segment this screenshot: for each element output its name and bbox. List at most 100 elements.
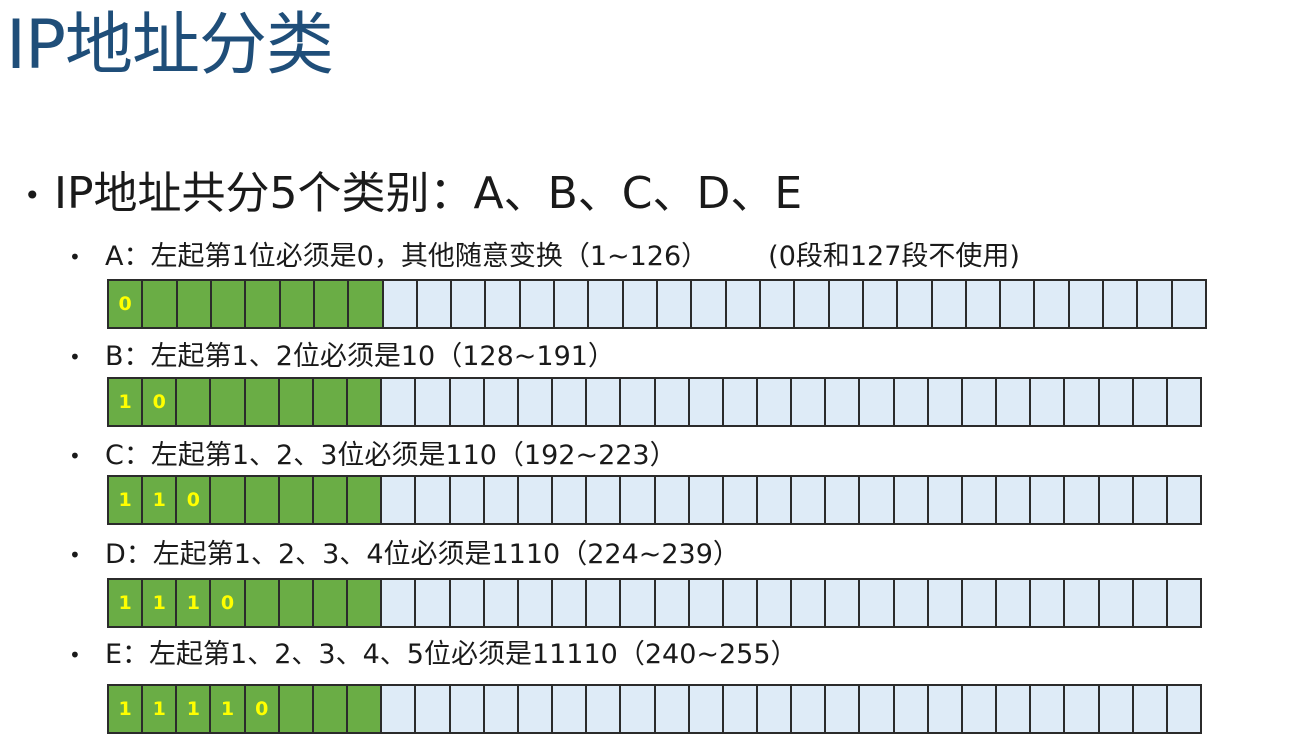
- class-b-bit-10: [416, 379, 451, 425]
- class-a-bit-13: [520, 281, 556, 327]
- class-d-bit-2: 1: [143, 580, 178, 626]
- class-e-bit-14: [553, 686, 588, 732]
- class-d-text: D：左起第1、2、3、4位必须是1110（224~239）: [105, 539, 740, 570]
- class-c-bit-32: [1167, 477, 1200, 523]
- class-a-bit-8: [349, 281, 384, 327]
- class-e-text: E：左起第1、2、3、4、5位必须是11110（240~255）: [105, 639, 798, 670]
- class-c-bit-27: [997, 477, 1032, 523]
- class-e-bit-21: [792, 686, 827, 732]
- class-a-bit-16: [623, 281, 658, 327]
- class-c-bit-bar: 110: [107, 475, 1202, 525]
- class-a-bit-4: [211, 281, 247, 327]
- class-d-bit-29: [1065, 580, 1100, 626]
- class-a-bit-24: [898, 281, 933, 327]
- class-c-bit-25: [928, 477, 963, 523]
- class-c-bit-18: [689, 477, 724, 523]
- class-a-bit-11: [452, 281, 487, 327]
- bullet-dot-icon: •: [69, 345, 81, 369]
- class-a-bit-1: 0: [109, 281, 144, 327]
- class-a-bit-21: [795, 281, 830, 327]
- class-e-bit-6: [279, 686, 314, 732]
- class-a-bit-19: [726, 281, 761, 327]
- class-c-text: C：左起第1、2、3位必须是110（192~223）: [105, 440, 677, 471]
- class-a-bit-7: [314, 281, 350, 327]
- main-bullet-text: IP地址共分5个类别：A、B、C、D、E: [54, 168, 803, 219]
- class-b-bit-7: [313, 379, 349, 425]
- bullet-dot-icon: •: [69, 543, 81, 567]
- class-b-bit-3: [177, 379, 212, 425]
- class-c-bit-19: [723, 477, 758, 523]
- class-e-bit-28: [1031, 686, 1066, 732]
- class-d-bit-15: [587, 580, 622, 626]
- class-a-bit-14: [555, 281, 590, 327]
- class-c-bit-22: [826, 477, 861, 523]
- class-a-bit-22: [829, 281, 864, 327]
- class-a-bit-27: [1001, 281, 1036, 327]
- class-a-label: • A：左起第1位必须是0，其他随意变换（1~126） (0段和127段不使用): [69, 240, 1020, 274]
- class-b-bit-28: [1031, 379, 1066, 425]
- bullet-dot-icon: •: [69, 643, 81, 667]
- class-b-bit-13: [518, 379, 554, 425]
- class-b-bit-14: [553, 379, 588, 425]
- class-b-bit-11: [450, 379, 485, 425]
- class-d-bit-3: 1: [177, 580, 212, 626]
- class-c-label: • C：左起第1、2、3位必须是110（192~223）: [69, 439, 677, 473]
- class-d-bit-26: [962, 580, 998, 626]
- class-b-bit-16: [621, 379, 656, 425]
- class-d-bit-4: 0: [211, 580, 246, 626]
- class-a-bit-3: [177, 281, 212, 327]
- class-a-bit-5: [246, 281, 281, 327]
- class-c-bit-30: [1099, 477, 1134, 523]
- class-b-bit-2: 0: [143, 379, 178, 425]
- class-e-bit-7: [313, 686, 349, 732]
- class-c-bit-6: [279, 477, 314, 523]
- class-c-bit-15: [587, 477, 622, 523]
- class-b-bit-25: [928, 379, 963, 425]
- bullet-dot-icon: •: [24, 179, 41, 212]
- class-a-bit-18: [692, 281, 727, 327]
- class-c-bit-2: 1: [143, 477, 178, 523]
- class-c-bit-3: 0: [177, 477, 212, 523]
- class-a-bit-30: [1104, 281, 1139, 327]
- class-a-bit-23: [863, 281, 899, 327]
- bullet-dot-icon: •: [69, 245, 81, 269]
- class-d-bit-6: [279, 580, 314, 626]
- class-e-bit-22: [826, 686, 861, 732]
- class-d-bit-30: [1099, 580, 1134, 626]
- class-c-bit-8: [348, 477, 383, 523]
- class-c-bit-10: [416, 477, 451, 523]
- class-a-bit-32: [1172, 281, 1205, 327]
- class-b-bit-26: [962, 379, 998, 425]
- class-b-bit-30: [1099, 379, 1134, 425]
- class-e-bit-20: [757, 686, 793, 732]
- class-c-bit-17: [655, 477, 690, 523]
- class-e-bit-9: [382, 686, 417, 732]
- class-c-bit-4: [211, 477, 246, 523]
- bullet-dot-icon: •: [69, 444, 81, 468]
- class-e-bit-17: [655, 686, 690, 732]
- class-a-bit-29: [1069, 281, 1105, 327]
- class-e-bit-29: [1065, 686, 1100, 732]
- class-b-text: B：左起第1、2位必须是10（128~191）: [105, 341, 615, 372]
- class-a-bit-10: [417, 281, 453, 327]
- class-c-bit-9: [382, 477, 417, 523]
- class-b-bit-22: [826, 379, 861, 425]
- class-b-bit-6: [279, 379, 314, 425]
- class-e-bit-12: [484, 686, 519, 732]
- class-d-bit-28: [1031, 580, 1066, 626]
- class-c-bit-16: [621, 477, 656, 523]
- class-e-bit-25: [928, 686, 963, 732]
- class-a-bit-28: [1035, 281, 1070, 327]
- class-c-bit-24: [894, 477, 929, 523]
- class-e-bit-4: 1: [211, 686, 246, 732]
- class-b-bit-27: [997, 379, 1032, 425]
- class-d-bit-23: [860, 580, 895, 626]
- class-e-bit-3: 1: [177, 686, 212, 732]
- class-c-bit-7: [313, 477, 349, 523]
- class-c-bit-11: [450, 477, 485, 523]
- class-b-bit-20: [757, 379, 793, 425]
- class-b-bit-1: 1: [109, 379, 144, 425]
- class-d-bit-18: [689, 580, 724, 626]
- class-b-bit-21: [792, 379, 827, 425]
- class-a-bit-12: [486, 281, 521, 327]
